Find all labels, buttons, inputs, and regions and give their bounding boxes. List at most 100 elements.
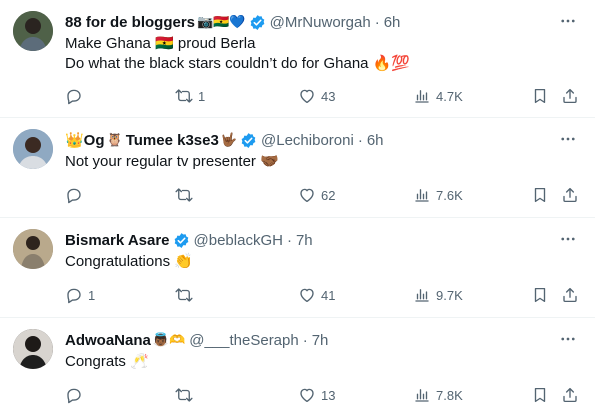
bookmark-button[interactable] bbox=[531, 285, 549, 305]
action-bar: 62 7.6K bbox=[65, 185, 585, 205]
avatar[interactable] bbox=[13, 329, 53, 369]
separator-dot: · bbox=[357, 131, 363, 149]
reply-button[interactable] bbox=[65, 86, 88, 106]
like-count: 13 bbox=[321, 387, 336, 403]
like-icon bbox=[298, 186, 316, 204]
handle[interactable]: @___theSeraph bbox=[189, 332, 298, 349]
like-button[interactable]: 62 bbox=[298, 185, 335, 205]
retweet-icon bbox=[175, 87, 193, 105]
display-name[interactable]: Bismark Asare bbox=[65, 232, 170, 249]
like-count: 62 bbox=[321, 187, 336, 203]
display-name[interactable]: 88 for de bloggers bbox=[65, 14, 195, 31]
bookmark-icon bbox=[531, 386, 549, 404]
avatar-image bbox=[13, 11, 53, 51]
retweet-button[interactable]: 1 bbox=[175, 86, 205, 106]
reply-icon bbox=[65, 286, 83, 304]
tweet[interactable]: Bismark Asare @beblackGH · 7h Congratula… bbox=[0, 218, 595, 318]
like-icon bbox=[298, 286, 316, 304]
separator-dot: · bbox=[374, 13, 380, 31]
like-button[interactable]: 13 bbox=[298, 385, 335, 405]
share-button[interactable] bbox=[561, 285, 579, 305]
retweet-icon bbox=[175, 386, 193, 404]
handle[interactable]: @beblackGH bbox=[194, 232, 283, 249]
views-button[interactable]: 9.7K bbox=[413, 285, 463, 305]
avatar-image bbox=[13, 129, 53, 169]
tweet-header: 👑Og 🦉 Tumee k3se3 🤟🏾 @Lechiboroni · 6h bbox=[65, 130, 384, 150]
more-icon[interactable] bbox=[559, 12, 577, 30]
more-icon[interactable] bbox=[559, 130, 577, 148]
reply-icon bbox=[65, 87, 83, 105]
avatar[interactable] bbox=[13, 129, 53, 169]
handle[interactable]: @Lechiboroni bbox=[261, 132, 354, 149]
avatar[interactable] bbox=[13, 229, 53, 269]
verified-badge-icon bbox=[173, 232, 190, 249]
views-icon bbox=[413, 186, 431, 204]
more-icon[interactable] bbox=[559, 230, 577, 248]
tweet-text: Make Ghana 🇬🇭 proud Berla Do what the bl… bbox=[65, 34, 410, 74]
retweet-button[interactable] bbox=[175, 285, 198, 305]
like-count: 41 bbox=[321, 287, 336, 303]
action-bar: 1 41 9.7K bbox=[65, 285, 585, 305]
tweet-text-line: Not your regular tv presenter 🤝🏾 bbox=[65, 153, 279, 170]
like-button[interactable]: 43 bbox=[298, 86, 335, 106]
like-icon bbox=[298, 386, 316, 404]
views-button[interactable]: 4.7K bbox=[413, 86, 463, 106]
views-icon bbox=[413, 386, 431, 404]
reply-button[interactable] bbox=[65, 185, 88, 205]
verified-badge-icon bbox=[240, 132, 257, 149]
timestamp[interactable]: 6h bbox=[384, 14, 401, 31]
retweet-icon bbox=[175, 286, 193, 304]
share-button[interactable] bbox=[561, 86, 579, 106]
views-icon bbox=[413, 286, 431, 304]
share-icon bbox=[561, 87, 579, 105]
bookmark-button[interactable] bbox=[531, 86, 549, 106]
avatar[interactable] bbox=[13, 11, 53, 51]
bookmark-button[interactable] bbox=[531, 385, 549, 405]
name-emoji: 🦉 bbox=[106, 132, 123, 148]
reply-count: 1 bbox=[88, 287, 96, 303]
share-icon bbox=[561, 286, 579, 304]
tweet[interactable]: 👑Og 🦉 Tumee k3se3 🤟🏾 @Lechiboroni · 6h N… bbox=[0, 118, 595, 218]
views-count: 7.8K bbox=[436, 387, 463, 403]
share-icon bbox=[561, 186, 579, 204]
views-count: 4.7K bbox=[436, 88, 463, 104]
name-emoji: 🤟🏾 bbox=[220, 132, 238, 148]
like-count: 43 bbox=[321, 88, 336, 104]
tweet-text: Congrats 🥂 bbox=[65, 352, 149, 372]
share-button[interactable] bbox=[561, 385, 579, 405]
action-bar: 13 7.8K bbox=[65, 385, 585, 405]
views-count: 7.6K bbox=[436, 187, 463, 203]
name-prefix-emoji: 👑Og bbox=[65, 132, 105, 149]
timestamp[interactable]: 7h bbox=[296, 232, 313, 249]
display-name[interactable]: AdwoaNana bbox=[65, 332, 151, 349]
retweet-button[interactable] bbox=[175, 385, 198, 405]
retweet-button[interactable] bbox=[175, 185, 198, 205]
tweet-text: Congratulations 👏 bbox=[65, 252, 193, 272]
views-button[interactable]: 7.6K bbox=[413, 185, 463, 205]
tweet-header: AdwoaNana 👼🏾🫶 @___theSeraph · 7h bbox=[65, 330, 328, 350]
like-button[interactable]: 41 bbox=[298, 285, 335, 305]
tweet[interactable]: AdwoaNana 👼🏾🫶 @___theSeraph · 7h Congrat… bbox=[0, 318, 595, 417]
tweet-text-line: Congratulations 👏 bbox=[65, 253, 193, 270]
tweet[interactable]: 88 for de bloggers 📷🇬🇭💙 @MrNuworgah · 6h… bbox=[0, 0, 595, 118]
retweet-count: 1 bbox=[198, 88, 206, 104]
action-bar: 1 43 4.7K bbox=[65, 86, 585, 106]
avatar-image bbox=[13, 329, 53, 369]
reply-button[interactable] bbox=[65, 385, 88, 405]
reply-icon bbox=[65, 186, 83, 204]
more-icon[interactable] bbox=[559, 330, 577, 348]
separator-dot: · bbox=[286, 231, 292, 249]
bookmark-icon bbox=[531, 286, 549, 304]
like-icon bbox=[298, 87, 316, 105]
handle[interactable]: @MrNuworgah bbox=[270, 14, 371, 31]
views-button[interactable]: 7.8K bbox=[413, 385, 463, 405]
tweet-text-line: Congrats 🥂 bbox=[65, 353, 149, 370]
timestamp[interactable]: 7h bbox=[312, 332, 329, 349]
views-icon bbox=[413, 87, 431, 105]
bookmark-button[interactable] bbox=[531, 185, 549, 205]
views-count: 9.7K bbox=[436, 287, 463, 303]
display-name[interactable]: Tumee k3se3 bbox=[126, 132, 219, 149]
reply-button[interactable]: 1 bbox=[65, 285, 95, 305]
share-button[interactable] bbox=[561, 185, 579, 205]
timestamp[interactable]: 6h bbox=[367, 132, 384, 149]
